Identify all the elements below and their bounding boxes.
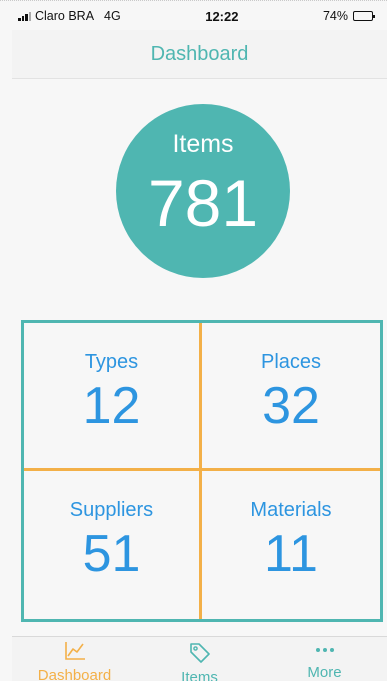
signal-icon: [18, 11, 31, 21]
items-summary-circle[interactable]: Items 781: [116, 104, 290, 278]
stat-tile-materials[interactable]: Materials 11: [202, 471, 380, 619]
tab-more[interactable]: More: [262, 637, 387, 681]
network-type: 4G: [104, 9, 121, 23]
stat-tile-suppliers[interactable]: Suppliers 51: [24, 471, 202, 619]
chart-line-icon: [63, 641, 87, 661]
tab-bar: Dashboard Items More: [12, 636, 387, 681]
tab-label: Items: [181, 669, 218, 681]
stat-label: Materials: [250, 499, 332, 521]
tab-label: Dashboard: [37, 667, 112, 681]
battery-icon: [352, 11, 375, 21]
status-left: Claro BRA 4G: [18, 9, 121, 23]
items-summary-count: 781: [147, 166, 259, 240]
stats-grid: Types 12 Places 32 Suppliers 51 Material…: [21, 320, 383, 622]
stat-value: 12: [82, 377, 141, 435]
stat-value: 51: [82, 525, 141, 583]
status-time: 12:22: [205, 8, 239, 24]
more-dots-icon: [313, 641, 337, 658]
stat-label: Types: [84, 351, 139, 373]
stat-tile-types[interactable]: Types 12: [24, 323, 202, 471]
page-title: Dashboard: [150, 42, 249, 65]
status-right: 74%: [322, 9, 375, 23]
tab-dashboard[interactable]: Dashboard: [12, 637, 137, 681]
stat-label: Suppliers: [69, 499, 154, 521]
tab-label: More: [307, 664, 342, 681]
stat-value: 11: [264, 525, 318, 583]
status-bar: Claro BRA 4G 12:22 74%: [0, 4, 387, 28]
navigation-bar: Dashboard: [12, 30, 387, 79]
tag-icon: [188, 641, 212, 663]
tab-items[interactable]: Items: [137, 637, 262, 681]
items-summary-label: Items: [172, 130, 234, 158]
stat-label: Places: [260, 351, 322, 373]
carrier-name: Claro BRA: [35, 9, 95, 23]
stat-value: 32: [262, 377, 320, 435]
battery-percent: 74%: [322, 9, 348, 23]
stat-tile-places[interactable]: Places 32: [202, 323, 380, 471]
